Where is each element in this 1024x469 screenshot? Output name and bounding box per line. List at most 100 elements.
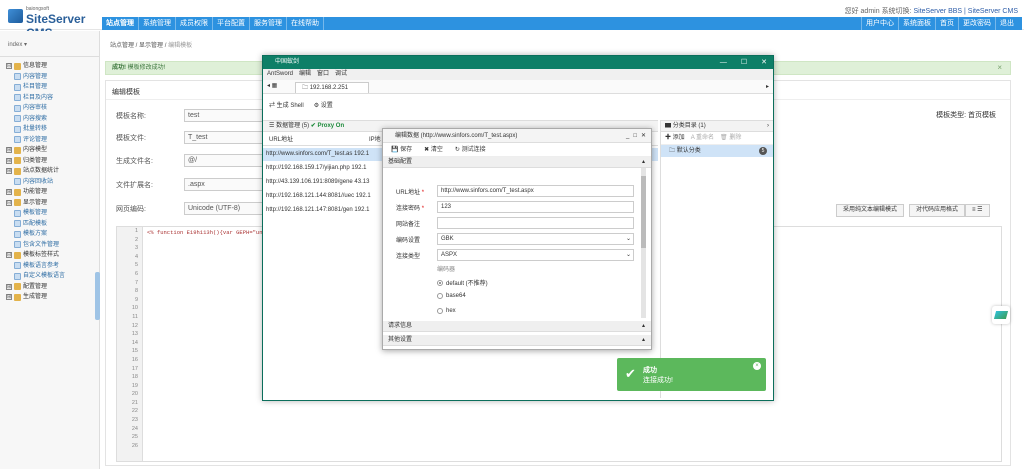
antsword-menu-item[interactable]: AntSword <box>267 69 293 80</box>
category-item-default[interactable]: 🗀 默认分类 5 <box>661 145 773 157</box>
antsword-menu-item[interactable]: 编辑 <box>299 69 311 80</box>
close-icon[interactable]: ✕ <box>761 56 767 69</box>
sidebar-item[interactable]: 模板方案 <box>6 229 98 240</box>
collapse-icon[interactable]: ⊟ <box>6 199 12 206</box>
url-field[interactable]: http://www.sinfors.com/T_test.aspx <box>437 185 634 197</box>
form-input[interactable]: @/ <box>184 154 266 167</box>
toast-close-icon[interactable]: × <box>753 362 761 370</box>
tab-host[interactable]: 🗀 192.168.2.251 <box>295 82 369 93</box>
sidebar-item[interactable]: 模板语言参考 <box>6 261 98 272</box>
sidebar-item[interactable]: 评论管理 <box>6 135 98 146</box>
note-field[interactable] <box>437 217 634 229</box>
maximize-icon[interactable]: ☐ <box>741 56 747 69</box>
minimize-icon[interactable]: — <box>720 56 727 69</box>
section-basic-config[interactable]: 基础配置 ▴ <box>383 157 651 168</box>
tab-nav-icon[interactable]: ◂ ▦ <box>267 82 277 89</box>
form-input[interactable]: T_test <box>184 131 266 144</box>
nav-right-link[interactable]: 退出 <box>995 17 1018 30</box>
nav-item[interactable]: 站点管理 <box>102 17 139 30</box>
dialog-scrollbar[interactable] <box>641 168 646 318</box>
sidebar-item[interactable]: 栏目管理 <box>6 82 98 93</box>
sidebar-item[interactable]: 内容审核 <box>6 103 98 114</box>
section-request-info[interactable]: 请求信息 ▴ <box>383 321 651 332</box>
form-input[interactable]: test <box>184 109 266 122</box>
sidebar-collapse-handle[interactable] <box>95 272 100 320</box>
expand-icon[interactable]: ⊞ <box>6 168 12 175</box>
scrollbar-thumb[interactable] <box>641 176 646 248</box>
section-other-settings[interactable]: 其他设置 ▴ <box>383 335 651 346</box>
collapse-icon[interactable]: ⊟ <box>6 63 12 70</box>
site-selector[interactable]: index ▾ <box>8 41 27 48</box>
form-input[interactable]: Unicode (UTF-8) <box>184 202 266 215</box>
site-logo[interactable]: baiongsoft SiteServer CMS <box>6 4 102 40</box>
nav-item[interactable]: 系统管理 <box>139 17 176 30</box>
sidebar-item[interactable]: 栏目及内容 <box>6 93 98 104</box>
dialog-titlebar[interactable]: 编辑数据 (http://www.sinfors.com/T_test.aspx… <box>383 129 651 143</box>
antsword-menu-item[interactable]: 窗口 <box>317 69 329 80</box>
expand-icon[interactable]: ⊞ <box>6 294 12 301</box>
maximize-icon[interactable]: □ <box>633 129 637 143</box>
save-button[interactable]: 💾 保存 <box>391 143 412 156</box>
password-field[interactable]: 123 <box>437 201 634 213</box>
sidebar-item[interactable]: ⊞ 站点数据统计 <box>6 166 98 177</box>
floating-widget-icon[interactable] <box>992 306 1010 324</box>
connection-type-select[interactable]: ASPX ⌄ <box>437 249 634 261</box>
add-category-button[interactable]: ✚ 添加 <box>665 132 685 144</box>
sidebar-item[interactable]: ⊟ 信息管理 <box>6 61 98 72</box>
chevron-up-icon[interactable]: ▴ <box>642 335 645 346</box>
sidebar-item[interactable]: ⊞ 生成管理 <box>6 292 98 303</box>
delete-category-button[interactable]: 🗑 删除 <box>720 132 741 144</box>
test-connection-button[interactable]: ↻ 测试连接 <box>455 143 486 156</box>
sidebar-item[interactable]: 内容搜索 <box>6 114 98 125</box>
sidebar-item[interactable]: 自定义模板语言 <box>6 271 98 282</box>
close-icon[interactable]: ✕ <box>641 129 646 143</box>
sidebar-item[interactable]: ⊞ 归类管理 <box>6 156 98 167</box>
fullscreen-button[interactable]: ≡ ☰ <box>965 204 990 217</box>
collapse-icon[interactable]: ⊟ <box>6 252 12 259</box>
sidebar-item[interactable]: ⊟ 模板标签样式 <box>6 250 98 261</box>
sidebar-item[interactable]: 模板管理 <box>6 208 98 219</box>
radio-default[interactable]: default (不推荐) <box>437 278 488 287</box>
nav-item[interactable]: 成员权限 <box>176 17 213 30</box>
breadcrumb-item[interactable]: 站点管理 <box>110 43 134 49</box>
rename-category-button[interactable]: A 重命名 <box>691 132 714 144</box>
generate-shell-button[interactable]: ⇄ 生成 Shell <box>269 99 304 113</box>
alert-close-icon[interactable]: × <box>997 62 1002 74</box>
tab-scroll-right-icon[interactable]: ▸ <box>766 83 769 90</box>
expand-icon[interactable]: ⊞ <box>6 157 12 164</box>
sidebar-item[interactable]: ⊞ 配置管理 <box>6 282 98 293</box>
sidebar-item[interactable]: 匹配模板 <box>6 219 98 230</box>
nav-item[interactable]: 在线帮助 <box>287 17 324 30</box>
nav-right-link[interactable]: 首页 <box>935 17 958 30</box>
settings-button[interactable]: ⚙ 设置 <box>314 99 333 113</box>
collapse-right-icon[interactable]: › <box>767 121 769 132</box>
radio-hex[interactable]: hex <box>437 308 456 314</box>
col-ip[interactable]: IP地 <box>369 134 381 146</box>
nav-right-link[interactable]: 更改密码 <box>958 17 995 30</box>
nav-item[interactable]: 服务管理 <box>250 17 287 30</box>
encoding-select[interactable]: GBK ⌄ <box>437 233 634 245</box>
expand-icon[interactable]: ⊞ <box>6 189 12 196</box>
format-code-button[interactable]: 对代码应用格式 <box>909 204 966 217</box>
sidebar-item[interactable]: ⊞ 内容模型 <box>6 145 98 156</box>
expand-icon[interactable]: ⊞ <box>6 283 12 290</box>
breadcrumb-item[interactable]: 显示管理 <box>139 43 163 49</box>
code-line[interactable]: <% function E19h113h(){var GEPH="unsa"; <box>147 229 276 236</box>
plain-text-mode-button[interactable]: 采用纯文本编辑模式 <box>836 204 905 217</box>
antsword-menu-item[interactable]: 调试 <box>335 69 347 80</box>
sidebar-item[interactable]: 批量转移 <box>6 124 98 135</box>
chevron-up-icon[interactable]: ▴ <box>642 157 645 168</box>
nav-right-link[interactable]: 用户中心 <box>861 17 898 30</box>
antsword-titlebar[interactable]: 中国蚁剑 — ☐ ✕ <box>263 56 773 69</box>
sidebar-item[interactable]: ⊞ 功能管理 <box>6 187 98 198</box>
sidebar-item[interactable]: 内容回收站 <box>6 177 98 188</box>
expand-icon[interactable]: ⊞ <box>6 147 12 154</box>
sidebar-item[interactable]: ⊟ 显示管理 <box>6 198 98 209</box>
chevron-up-icon[interactable]: ▴ <box>642 321 645 332</box>
radio-base64[interactable]: base64 <box>437 293 466 299</box>
form-input[interactable]: .aspx <box>184 178 266 191</box>
nav-item[interactable]: 平台配置 <box>213 17 250 30</box>
nav-right-link[interactable]: 系统面板 <box>898 17 935 30</box>
sidebar-item[interactable]: 包含文件管理 <box>6 240 98 251</box>
sidebar-item[interactable]: 内容管理 <box>6 72 98 83</box>
